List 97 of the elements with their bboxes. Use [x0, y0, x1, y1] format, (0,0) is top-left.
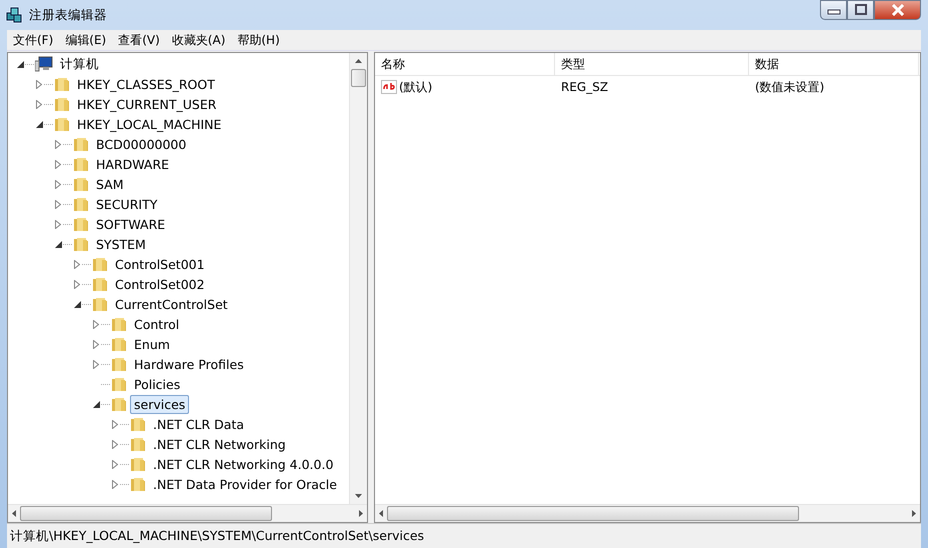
tree-item[interactable]: HARDWARE	[92, 154, 174, 174]
window-title: 注册表编辑器	[29, 6, 107, 24]
scroll-down-icon[interactable]	[355, 494, 362, 498]
column-header[interactable]: 名称	[375, 53, 555, 75]
expand-icon[interactable]	[112, 460, 119, 468]
folder-icon	[130, 436, 146, 452]
folder-icon	[111, 356, 127, 372]
expand-icon[interactable]	[93, 320, 100, 328]
menu-item[interactable]: 编辑(E)	[59, 32, 112, 48]
folder-icon	[54, 96, 70, 112]
collapse-icon[interactable]	[55, 240, 62, 248]
scrollbar-thumb[interactable]	[351, 69, 366, 87]
expand-icon[interactable]	[55, 200, 62, 208]
collapse-icon[interactable]	[36, 120, 43, 128]
column-header[interactable]: 数据	[749, 53, 919, 75]
close-icon	[890, 4, 906, 16]
tree-item[interactable]: Enum	[130, 334, 174, 354]
maximize-button[interactable]	[847, 0, 874, 20]
expand-icon[interactable]	[55, 180, 62, 188]
folder-icon	[111, 336, 127, 352]
folder-icon	[92, 256, 108, 272]
tree-item[interactable]: SOFTWARE	[92, 214, 170, 234]
tree-item[interactable]: HKEY_CURRENT_USER	[73, 94, 220, 114]
expand-icon[interactable]	[36, 100, 43, 108]
folder-icon	[92, 276, 108, 292]
scrollbar-thumb[interactable]	[20, 506, 272, 521]
folder-icon	[130, 416, 146, 432]
scroll-left-icon[interactable]	[12, 510, 16, 517]
folder-icon	[73, 136, 89, 152]
value-name: (默认)	[399, 78, 432, 96]
folder-icon	[130, 456, 146, 472]
tree-item[interactable]: Policies	[130, 374, 184, 394]
tree-item[interactable]: .NET CLR Data	[149, 414, 248, 434]
minimize-button[interactable]	[820, 0, 847, 20]
tree-item[interactable]: SYSTEM	[92, 234, 150, 254]
tree-item[interactable]: Control	[130, 314, 184, 334]
folder-icon	[73, 196, 89, 212]
tree-item[interactable]: HKEY_CLASSES_ROOT	[73, 74, 219, 94]
folder-icon	[111, 396, 127, 412]
expand-icon[interactable]	[74, 280, 81, 288]
column-header[interactable]: 类型	[555, 53, 749, 75]
cubes-icon	[6, 6, 24, 24]
tree-item[interactable]: 计算机	[56, 54, 103, 74]
scrollbar-thumb[interactable]	[387, 506, 799, 521]
tree-item[interactable]: .NET CLR Networking 4.0.0.0	[149, 454, 338, 474]
tree-item[interactable]: .NET CLR Networking	[149, 434, 290, 454]
tree-item[interactable]: services	[130, 394, 190, 414]
maximize-icon	[854, 4, 868, 16]
tree-item[interactable]: SAM	[92, 174, 128, 194]
menu-item[interactable]: 收藏夹(A)	[166, 32, 232, 48]
folder-icon	[54, 116, 70, 132]
horizontal-scrollbar[interactable]	[375, 504, 920, 522]
tree-item[interactable]: SECURITY	[92, 194, 162, 214]
expand-icon[interactable]	[93, 340, 100, 348]
folder-icon	[111, 376, 127, 392]
menu-item[interactable]: 文件(F)	[7, 32, 60, 48]
status-bar: 计算机\HKEY_LOCAL_MACHINE\SYSTEM\CurrentControlSet\services	[7, 523, 921, 548]
expand-icon[interactable]	[112, 420, 119, 428]
scroll-right-icon[interactable]	[359, 510, 363, 517]
expand-icon[interactable]	[55, 160, 62, 168]
close-button[interactable]	[874, 0, 921, 20]
value-data: (数值未设置)	[754, 78, 826, 96]
folder-icon	[73, 216, 89, 232]
expand-icon[interactable]	[36, 80, 43, 88]
tree-item[interactable]: ControlSet001	[111, 254, 209, 274]
horizontal-scrollbar[interactable]	[8, 504, 367, 522]
tree-item[interactable]: ControlSet002	[111, 274, 209, 294]
scroll-up-icon[interactable]	[355, 59, 362, 63]
folder-icon	[73, 156, 89, 172]
collapse-icon[interactable]	[17, 60, 24, 68]
folder-icon	[92, 296, 108, 312]
folder-icon	[54, 76, 70, 92]
tree-item[interactable]: CurrentControlSet	[111, 294, 232, 314]
vertical-scrollbar[interactable]	[349, 53, 367, 504]
expand-icon[interactable]	[55, 220, 62, 228]
expand-icon[interactable]	[112, 440, 119, 448]
collapse-icon[interactable]	[93, 400, 100, 408]
string-value-icon	[381, 79, 397, 95]
scroll-left-icon[interactable]	[379, 510, 383, 517]
computer-icon	[35, 56, 53, 72]
collapse-icon[interactable]	[74, 300, 81, 308]
tree-item[interactable]: BCD00000000	[92, 134, 190, 154]
expand-icon[interactable]	[93, 360, 100, 368]
folder-icon	[111, 316, 127, 332]
folder-icon	[73, 236, 89, 252]
tree-item[interactable]: Hardware Profiles	[130, 354, 248, 374]
tree-item[interactable]: .NET Data Provider for Oracle	[149, 474, 341, 494]
value-type: REG_SZ	[560, 80, 610, 94]
expand-icon[interactable]	[112, 480, 119, 488]
folder-icon	[73, 176, 89, 192]
tree-item[interactable]: HKEY_LOCAL_MACHINE	[73, 114, 226, 134]
folder-icon	[130, 476, 146, 492]
scroll-right-icon[interactable]	[912, 510, 916, 517]
expand-icon[interactable]	[55, 140, 62, 148]
expand-icon[interactable]	[74, 260, 81, 268]
menu-item[interactable]: 帮助(H)	[231, 32, 286, 48]
menu-item[interactable]: 查看(V)	[112, 32, 166, 48]
